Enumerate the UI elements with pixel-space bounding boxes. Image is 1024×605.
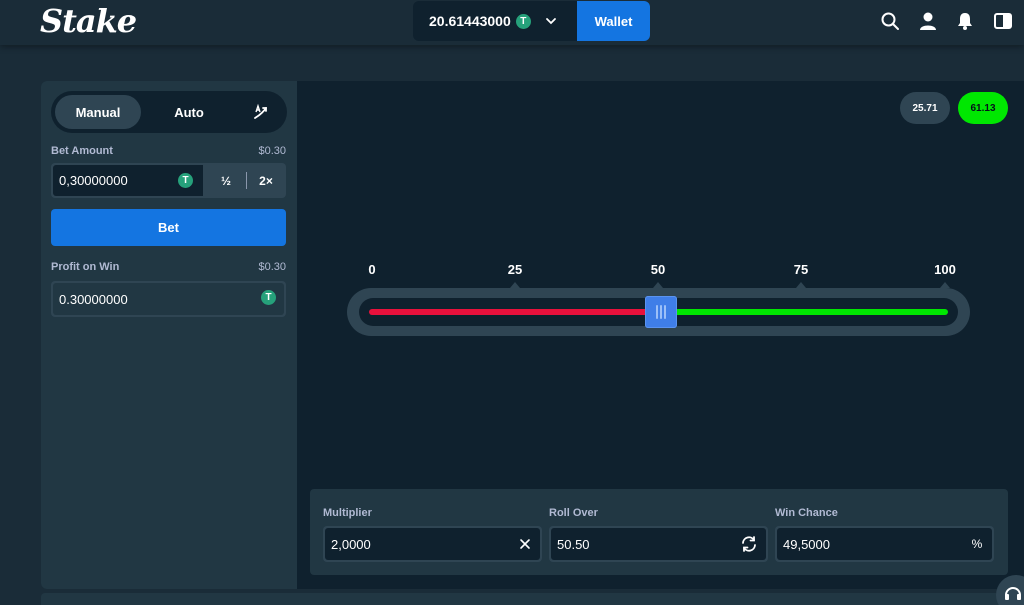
stake-logo[interactable]: Stake <box>40 2 137 40</box>
half-bet-button[interactable]: ½ <box>207 163 245 198</box>
slider-tick-label: 50 <box>650 262 666 277</box>
refresh-icon[interactable] <box>740 535 758 553</box>
top-header: Stake 20.61443000 T Wallet <box>0 0 1024 45</box>
slider-tick-label: 25 <box>507 262 523 277</box>
tab-manual[interactable]: Manual <box>55 95 141 129</box>
profit-on-win-value: 0.30000000 <box>59 291 128 307</box>
tab-advanced[interactable] <box>241 95 281 129</box>
multiplier-label: Multiplier <box>323 507 372 519</box>
win-range-bar <box>661 309 948 315</box>
dice-controls-panel: Multiplier 2,0000 Roll Over 50.50 Win Ch… <box>310 489 1008 575</box>
bet-amount-usd: $0.30 <box>258 145 286 157</box>
profit-on-win-usd: $0.30 <box>258 261 286 273</box>
multiplier-field[interactable]: 2,0000 <box>323 526 542 562</box>
win-chance-field[interactable]: 49,5000 % <box>775 526 994 562</box>
history-result-pill[interactable]: 25.71 <box>900 92 950 124</box>
balance-selector[interactable]: 20.61443000 T <box>413 1 577 41</box>
slider-tick-label: 75 <box>793 262 809 277</box>
tether-coin-icon: T <box>515 13 531 29</box>
tether-coin-icon: T <box>178 173 193 188</box>
win-chance-label: Win Chance <box>775 507 838 519</box>
bet-amount-label: Bet Amount <box>51 145 113 157</box>
bet-sidebar: Manual Auto Bet Amount $0.30 0,30000000 … <box>41 81 297 589</box>
win-chance-value: 49,5000 <box>783 536 830 552</box>
double-bet-button[interactable]: 2× <box>247 163 285 198</box>
profit-on-win-label: Profit on Win <box>51 261 120 273</box>
multiplier-value: 2,0000 <box>331 536 371 552</box>
dice-game: Manual Auto Bet Amount $0.30 0,30000000 … <box>41 81 1024 589</box>
history-result-pill[interactable]: 61.13 <box>958 92 1008 124</box>
mode-toggle: Manual Auto <box>51 91 287 133</box>
headset-icon <box>1005 587 1021 600</box>
slider-handle[interactable] <box>645 296 678 328</box>
roll-over-label: Roll Over <box>549 507 598 519</box>
balance-amount: 20.61443000 <box>429 13 511 29</box>
bet-amount-input[interactable]: 0,30000000 T <box>53 165 203 196</box>
bell-icon[interactable] <box>955 11 975 31</box>
tab-auto[interactable]: Auto <box>151 95 227 129</box>
roll-over-field[interactable]: 50.50 <box>549 526 768 562</box>
bet-amount-value: 0,30000000 <box>59 173 128 188</box>
user-icon[interactable] <box>918 11 938 31</box>
wallet-button[interactable]: Wallet <box>577 1 650 41</box>
slider-tick-label: 0 <box>368 262 376 277</box>
lose-range-bar <box>369 309 662 315</box>
profit-on-win-field: 0.30000000 T <box>51 281 286 317</box>
close-icon[interactable] <box>518 537 532 551</box>
percent-icon: % <box>971 537 983 551</box>
bet-button[interactable]: Bet <box>51 209 286 246</box>
sidebar-toggle-icon[interactable] <box>993 11 1013 31</box>
search-icon[interactable] <box>880 11 900 31</box>
slider-tick-label: 100 <box>934 262 956 277</box>
footer-panel <box>41 593 1024 605</box>
advanced-bet-icon <box>254 103 267 119</box>
roll-over-value: 50.50 <box>557 536 590 552</box>
tether-coin-icon: T <box>261 290 276 305</box>
chevron-down-icon <box>545 18 556 25</box>
bet-amount-group: 0,30000000 T ½ 2× <box>51 163 286 198</box>
